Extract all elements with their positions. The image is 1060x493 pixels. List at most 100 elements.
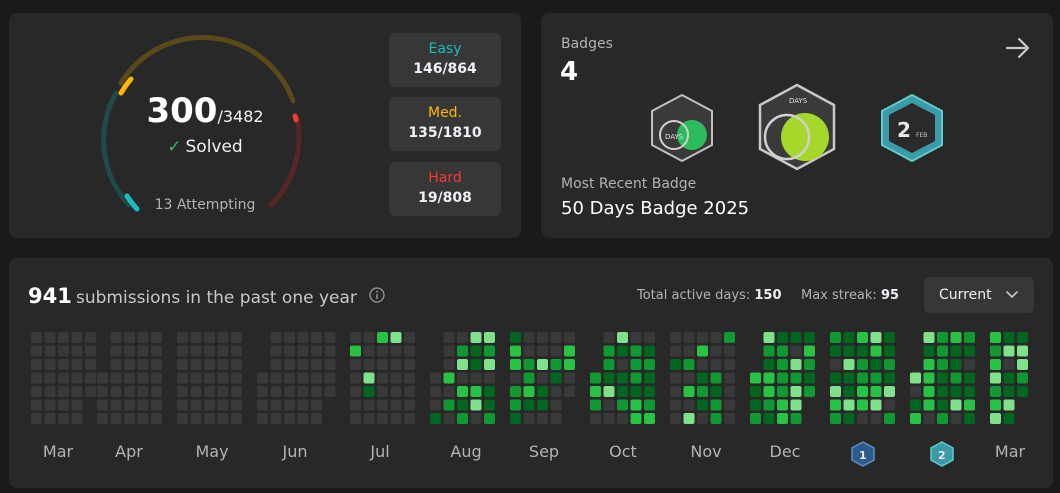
day-cell[interactable]: [683, 345, 695, 357]
day-cell[interactable]: [484, 372, 495, 384]
day-cell[interactable]: [110, 399, 122, 411]
day-cell[interactable]: [790, 345, 802, 357]
day-cell[interactable]: [603, 345, 615, 357]
day-cell[interactable]: [257, 386, 268, 397]
day-cell[interactable]: [85, 386, 96, 397]
day-cell[interactable]: [257, 399, 268, 411]
day-cell[interactable]: [151, 372, 162, 384]
day-cell[interactable]: [110, 372, 122, 384]
day-cell[interactable]: [363, 345, 375, 357]
day-cell[interactable]: [231, 332, 242, 343]
day-cell[interactable]: [151, 399, 162, 411]
day-cell[interactable]: [510, 372, 521, 384]
day-cell[interactable]: [177, 372, 188, 384]
day-cell[interactable]: [377, 332, 388, 343]
day-cell[interactable]: [630, 359, 642, 370]
day-cell[interactable]: [297, 372, 309, 384]
day-cell[interactable]: [390, 345, 402, 357]
day-cell[interactable]: [950, 332, 962, 343]
day-cell[interactable]: [404, 386, 415, 397]
day-cell[interactable]: [603, 332, 615, 343]
day-cell[interactable]: [151, 345, 162, 357]
day-cell[interactable]: [564, 359, 575, 370]
easy-stat[interactable]: Easy 146/864: [389, 33, 501, 87]
day-cell[interactable]: [857, 345, 868, 357]
day-cell[interactable]: [763, 372, 775, 384]
day-cell[interactable]: [777, 413, 788, 424]
day-cell[interactable]: [937, 359, 948, 370]
day-cell[interactable]: [124, 413, 135, 424]
day-cell[interactable]: [363, 332, 375, 343]
day-cell[interactable]: [284, 332, 295, 343]
day-cell[interactable]: [457, 372, 468, 384]
day-cell[interactable]: [790, 413, 802, 424]
day-cell[interactable]: [324, 332, 336, 343]
feb-badge-icon[interactable]: 2 FEB: [879, 93, 945, 163]
day-cell[interactable]: [857, 386, 868, 397]
day-cell[interactable]: [630, 345, 642, 357]
day-cell[interactable]: [350, 413, 361, 424]
day-cell[interactable]: [843, 413, 855, 424]
day-cell[interactable]: [710, 359, 722, 370]
day-cell[interactable]: [857, 372, 868, 384]
day-cell[interactable]: [510, 399, 521, 411]
day-cell[interactable]: [670, 332, 681, 343]
day-cell[interactable]: [297, 399, 309, 411]
day-cell[interactable]: [710, 372, 722, 384]
day-cell[interactable]: [71, 372, 83, 384]
day-cell[interactable]: [923, 386, 935, 397]
day-cell[interactable]: [590, 372, 601, 384]
day-cell[interactable]: [297, 413, 309, 424]
day-cell[interactable]: [284, 399, 295, 411]
day-cell[interactable]: [470, 332, 482, 343]
day-cell[interactable]: [350, 372, 361, 384]
day-cell[interactable]: [177, 386, 188, 397]
day-cell[interactable]: [697, 332, 708, 343]
day-cell[interactable]: [470, 386, 482, 397]
day-cell[interactable]: [311, 359, 322, 370]
day-cell[interactable]: [204, 372, 215, 384]
day-cell[interactable]: [71, 399, 83, 411]
day-cell[interactable]: [58, 332, 69, 343]
day-cell[interactable]: [31, 399, 42, 411]
day-cell[interactable]: [31, 372, 42, 384]
day-cell[interactable]: [617, 372, 628, 384]
day-cell[interactable]: [31, 413, 42, 424]
day-cell[interactable]: [804, 345, 815, 357]
day-cell[interactable]: [85, 332, 96, 343]
day-cell[interactable]: [964, 413, 975, 424]
day-cell[interactable]: [990, 345, 1001, 357]
day-cell[interactable]: [137, 332, 149, 343]
day-cell[interactable]: [510, 345, 521, 357]
day-cell[interactable]: [884, 359, 895, 370]
day-cell[interactable]: [830, 345, 841, 357]
day-cell[interactable]: [217, 359, 229, 370]
day-cell[interactable]: [644, 359, 655, 370]
day-cell[interactable]: [617, 359, 628, 370]
day-cell[interactable]: [284, 359, 295, 370]
day-cell[interactable]: [670, 413, 681, 424]
day-cell[interactable]: [777, 399, 788, 411]
day-cell[interactable]: [537, 399, 548, 411]
day-cell[interactable]: [537, 413, 548, 424]
day-cell[interactable]: [804, 372, 815, 384]
day-cell[interactable]: [670, 386, 681, 397]
day-cell[interactable]: [85, 372, 96, 384]
day-cell[interactable]: [644, 413, 655, 424]
day-cell[interactable]: [830, 372, 841, 384]
day-cell[interactable]: [377, 372, 388, 384]
day-cell[interactable]: [617, 386, 628, 397]
day-cell[interactable]: [950, 413, 962, 424]
day-cell[interactable]: [137, 359, 149, 370]
day-cell[interactable]: [58, 399, 69, 411]
day-cell[interactable]: [777, 359, 788, 370]
day-cell[interactable]: [870, 359, 882, 370]
day-cell[interactable]: [937, 413, 948, 424]
day-cell[interactable]: [937, 386, 948, 397]
day-cell[interactable]: [964, 359, 975, 370]
day-cell[interactable]: [843, 372, 855, 384]
day-cell[interactable]: [1017, 345, 1028, 357]
day-cell[interactable]: [177, 359, 188, 370]
day-cell[interactable]: [1003, 372, 1015, 384]
day-cell[interactable]: [324, 386, 336, 397]
